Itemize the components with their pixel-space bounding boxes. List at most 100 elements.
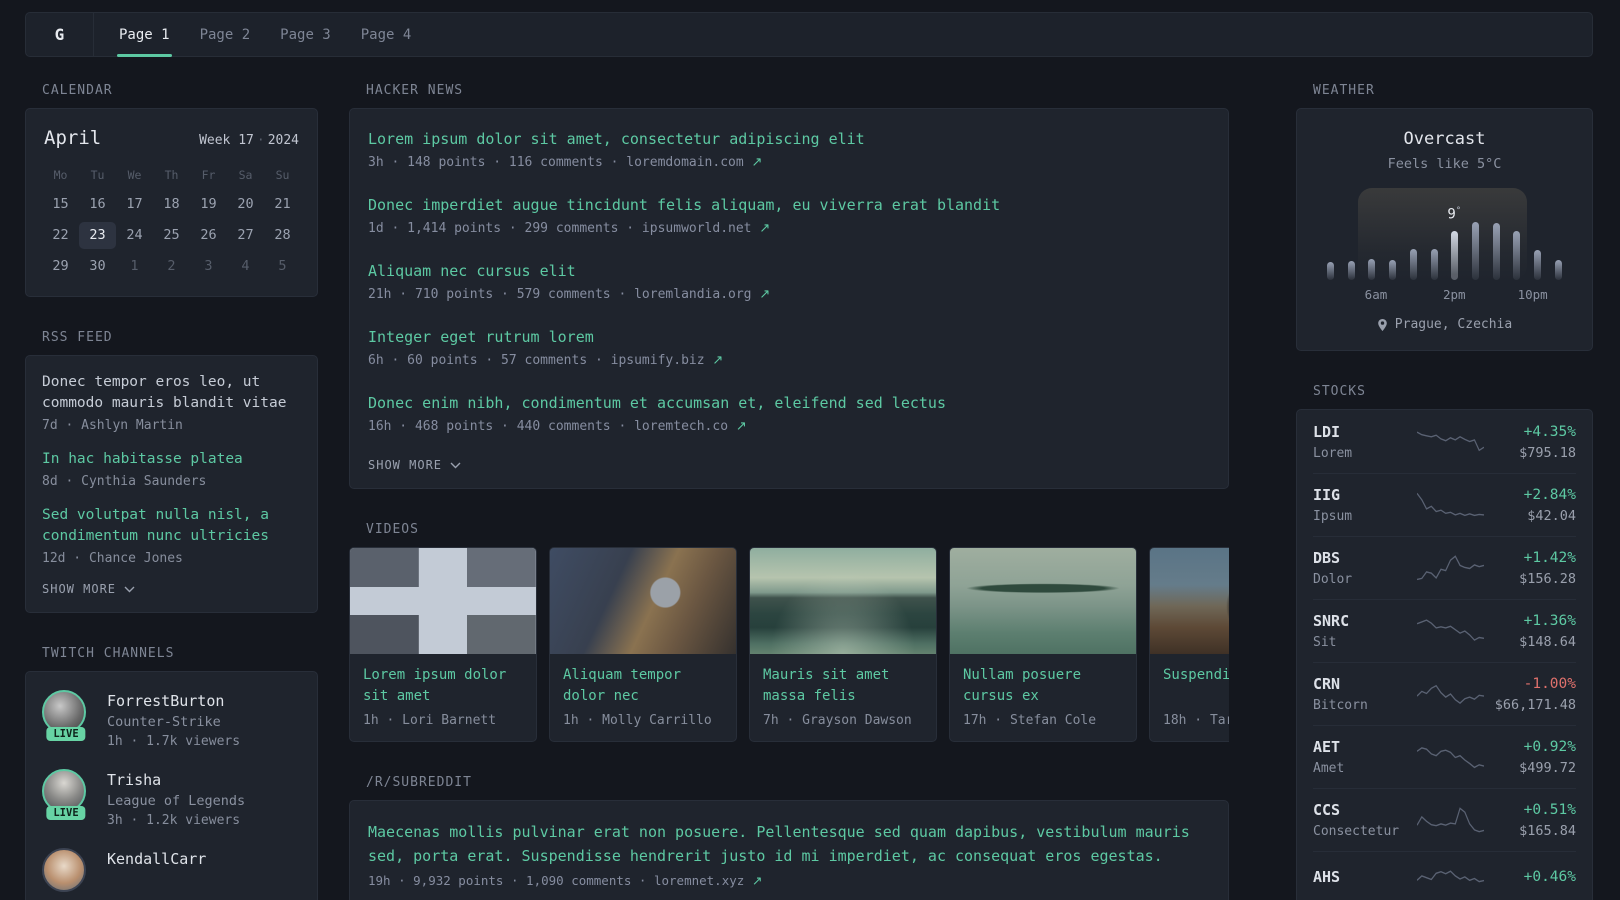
hackernews-show-more-button[interactable]: SHOW MORE [368, 458, 1210, 472]
video-meta: 17h · Stefan Cole [963, 713, 1097, 728]
weather-hour-bar [1389, 260, 1397, 280]
subreddit-post-title[interactable]: Maecenas mollis pulvinar erat non posuer… [368, 820, 1210, 868]
stock-name: Bitcorn [1313, 698, 1368, 713]
avatar [42, 848, 86, 892]
video-row: Lorem ipsum dolor sit amet consectetu… 1… [349, 547, 1229, 742]
external-link-icon: ↗ [759, 221, 771, 236]
app-logo[interactable]: G [26, 13, 94, 56]
weekday-label: Tu [90, 168, 105, 182]
hackernews-item-meta: 21h · 710 points · 579 comments · loreml… [368, 287, 1210, 302]
stock-symbol: CRN [1313, 675, 1341, 693]
video-card[interactable]: Nullam posuere cursus ex 17h · Stefan Co… [949, 547, 1137, 742]
calendar-day: 19 [200, 196, 217, 212]
show-more-label: SHOW MORE [368, 458, 443, 472]
twitch-channel-row[interactable]: KendallCarr [42, 848, 301, 892]
stock-id: IIG Ipsum [1313, 486, 1413, 524]
stock-symbol: LDI [1313, 423, 1341, 441]
stock-row[interactable]: IIG Ipsum +2.84% $42.04 [1313, 473, 1576, 536]
stock-sparkline [1417, 807, 1484, 833]
stock-row[interactable]: CCS Consectetur +0.51% $165.84 [1313, 788, 1576, 851]
weather-hour-bar [1430, 249, 1438, 280]
rss-item-meta: 12d · Chance Jones [42, 551, 183, 566]
video-meta: 7h · Grayson Dawson [763, 713, 912, 728]
stock-row[interactable]: LDI Lorem +4.35% $795.18 [1313, 411, 1576, 473]
weather-hour-bar [1327, 262, 1334, 280]
video-body: Suspendisse diam 18h · Tara [1150, 654, 1229, 741]
hackernews-item-meta: 3h · 148 points · 116 comments · loremdo… [368, 155, 1210, 170]
hackernews-item-title[interactable]: Lorem ipsum dolor sit amet, consectetur … [368, 128, 1210, 150]
dashboard-page: G Page 1 Page 2 Page 3 Page 4 CALENDAR A… [0, 0, 1620, 900]
hackernews-item-title[interactable]: Donec imperdiet augue tincidunt felis al… [368, 194, 1210, 216]
weather-hour-bar [1472, 222, 1480, 280]
hackernews-item: Donec imperdiet augue tincidunt felis al… [368, 194, 1210, 236]
calendar-day: 15 [52, 196, 69, 212]
tab-page-1[interactable]: Page 1 [117, 13, 172, 57]
rss-show-more-button[interactable]: SHOW MORE [42, 582, 301, 596]
live-badge: LIVE [46, 727, 86, 741]
hackernews-item-title[interactable]: Aliquam nec cursus elit [368, 260, 1210, 282]
rss-item-title[interactable]: Sed volutpat nulla nisl, a condimentum n… [42, 505, 301, 547]
section-title-weather: WEATHER [1313, 83, 1375, 98]
external-link-icon: ↗ [735, 419, 747, 434]
meta-text: 1d · 1,414 points · 299 comments · ipsum… [368, 221, 752, 236]
rss-item-title[interactable]: In hac habitasse platea [42, 449, 301, 470]
calendar-header: April Week 17 · 2024 [42, 123, 301, 163]
twitch-avatar-wrap: LIVE [42, 690, 90, 741]
weekday-label: Fr [201, 168, 216, 182]
twitch-channel-row[interactable]: LIVE ForrestBurton Counter-Strike 1h · 1… [42, 690, 301, 749]
external-link-icon: ↗ [759, 287, 771, 302]
tab-page-4[interactable]: Page 4 [359, 13, 414, 56]
stock-symbol: CCS [1313, 801, 1341, 819]
stock-values: +0.92% $499.72 [1488, 739, 1576, 776]
calendar-day: 2 [167, 258, 176, 274]
weather-temp-label: 9° [1447, 206, 1462, 223]
hackernews-card: Lorem ipsum dolor sit amet, consectetur … [349, 108, 1229, 489]
stock-values: +0.46% [1488, 869, 1576, 890]
weather-hourly-chart: 9° [1327, 188, 1562, 280]
hackernews-item: Aliquam nec cursus elit 21h · 710 points… [368, 260, 1210, 302]
stock-id: LDI Lorem [1313, 423, 1413, 461]
weather-hour-bar [1492, 223, 1500, 280]
location-pin-icon [1377, 318, 1387, 331]
subreddit-section: /R/SUBREDDIT Maecenas mollis pulvinar er… [349, 775, 1229, 900]
video-card[interactable]: Mauris sit amet massa felis 7h · Grayson… [749, 547, 937, 742]
weather-feels-like: Feels like 5°C [1387, 156, 1502, 172]
rss-item-title[interactable]: Donec tempor eros leo, ut commodo mauris… [42, 372, 301, 414]
tab-page-2[interactable]: Page 2 [198, 13, 253, 56]
hackernews-item-title[interactable]: Integer eget rutrum lorem [368, 326, 1210, 348]
twitch-channel-row[interactable]: LIVE Trisha League of Legends 3h · 1.2k … [42, 769, 301, 828]
section-title-calendar: CALENDAR [42, 83, 113, 98]
stock-row[interactable]: CRN Bitcorn -1.00% $66,171.48 [1313, 662, 1576, 725]
calendar-month: April [44, 127, 102, 149]
stock-change: -1.00% [1523, 675, 1576, 692]
stock-change: +1.36% [1523, 612, 1576, 629]
hackernews-item-title[interactable]: Donec enim nibh, condimentum et accumsan… [368, 392, 1210, 414]
weather-hour-bar [1451, 231, 1459, 280]
stock-row[interactable]: SNRC Sit +1.36% $148.64 [1313, 599, 1576, 662]
video-card[interactable]: Aliquam tempor dolor nec pharetra… 1h · … [549, 547, 737, 742]
stock-change: +0.51% [1523, 801, 1576, 818]
video-body: Aliquam tempor dolor nec pharetra… 1h · … [550, 654, 736, 741]
video-title: Nullam posuere cursus ex [963, 667, 1082, 704]
twitch-channel-info: KendallCarr [107, 848, 206, 868]
weather-bars [1327, 188, 1562, 280]
weather-section: WEATHER Overcast Feels like 5°C 9° 6am 2p… [1296, 83, 1593, 351]
tab-page-3[interactable]: Page 3 [278, 13, 333, 56]
calendar-day: 18 [163, 196, 180, 212]
section-title-rss: RSS FEED [42, 330, 113, 345]
videos-section: VIDEOS Lorem ipsum dolor sit amet consec… [349, 522, 1229, 742]
video-card[interactable]: Lorem ipsum dolor sit amet consectetu… 1… [349, 547, 537, 742]
video-thumbnail [950, 548, 1136, 654]
hackernews-item-meta: 16h · 468 points · 440 comments · loremt… [368, 419, 1210, 434]
video-card[interactable]: Suspendisse diam 18h · Tara [1149, 547, 1229, 742]
calendar-week-label: Week 17 [199, 133, 254, 148]
stock-row[interactable]: DBS Dolor +1.42% $156.28 [1313, 536, 1576, 599]
stock-row[interactable]: AHS +0.46% [1313, 851, 1576, 900]
twitch-channel-meta: 3h · 1.2k viewers [107, 813, 241, 828]
stock-row[interactable]: AET Amet +0.92% $499.72 [1313, 725, 1576, 788]
show-more-label: SHOW MORE [42, 582, 117, 596]
stock-symbol: IIG [1313, 486, 1341, 504]
weather-hour-bar [1554, 260, 1562, 280]
calendar-day: 28 [274, 227, 291, 243]
weather-hour-bar [1513, 231, 1521, 280]
